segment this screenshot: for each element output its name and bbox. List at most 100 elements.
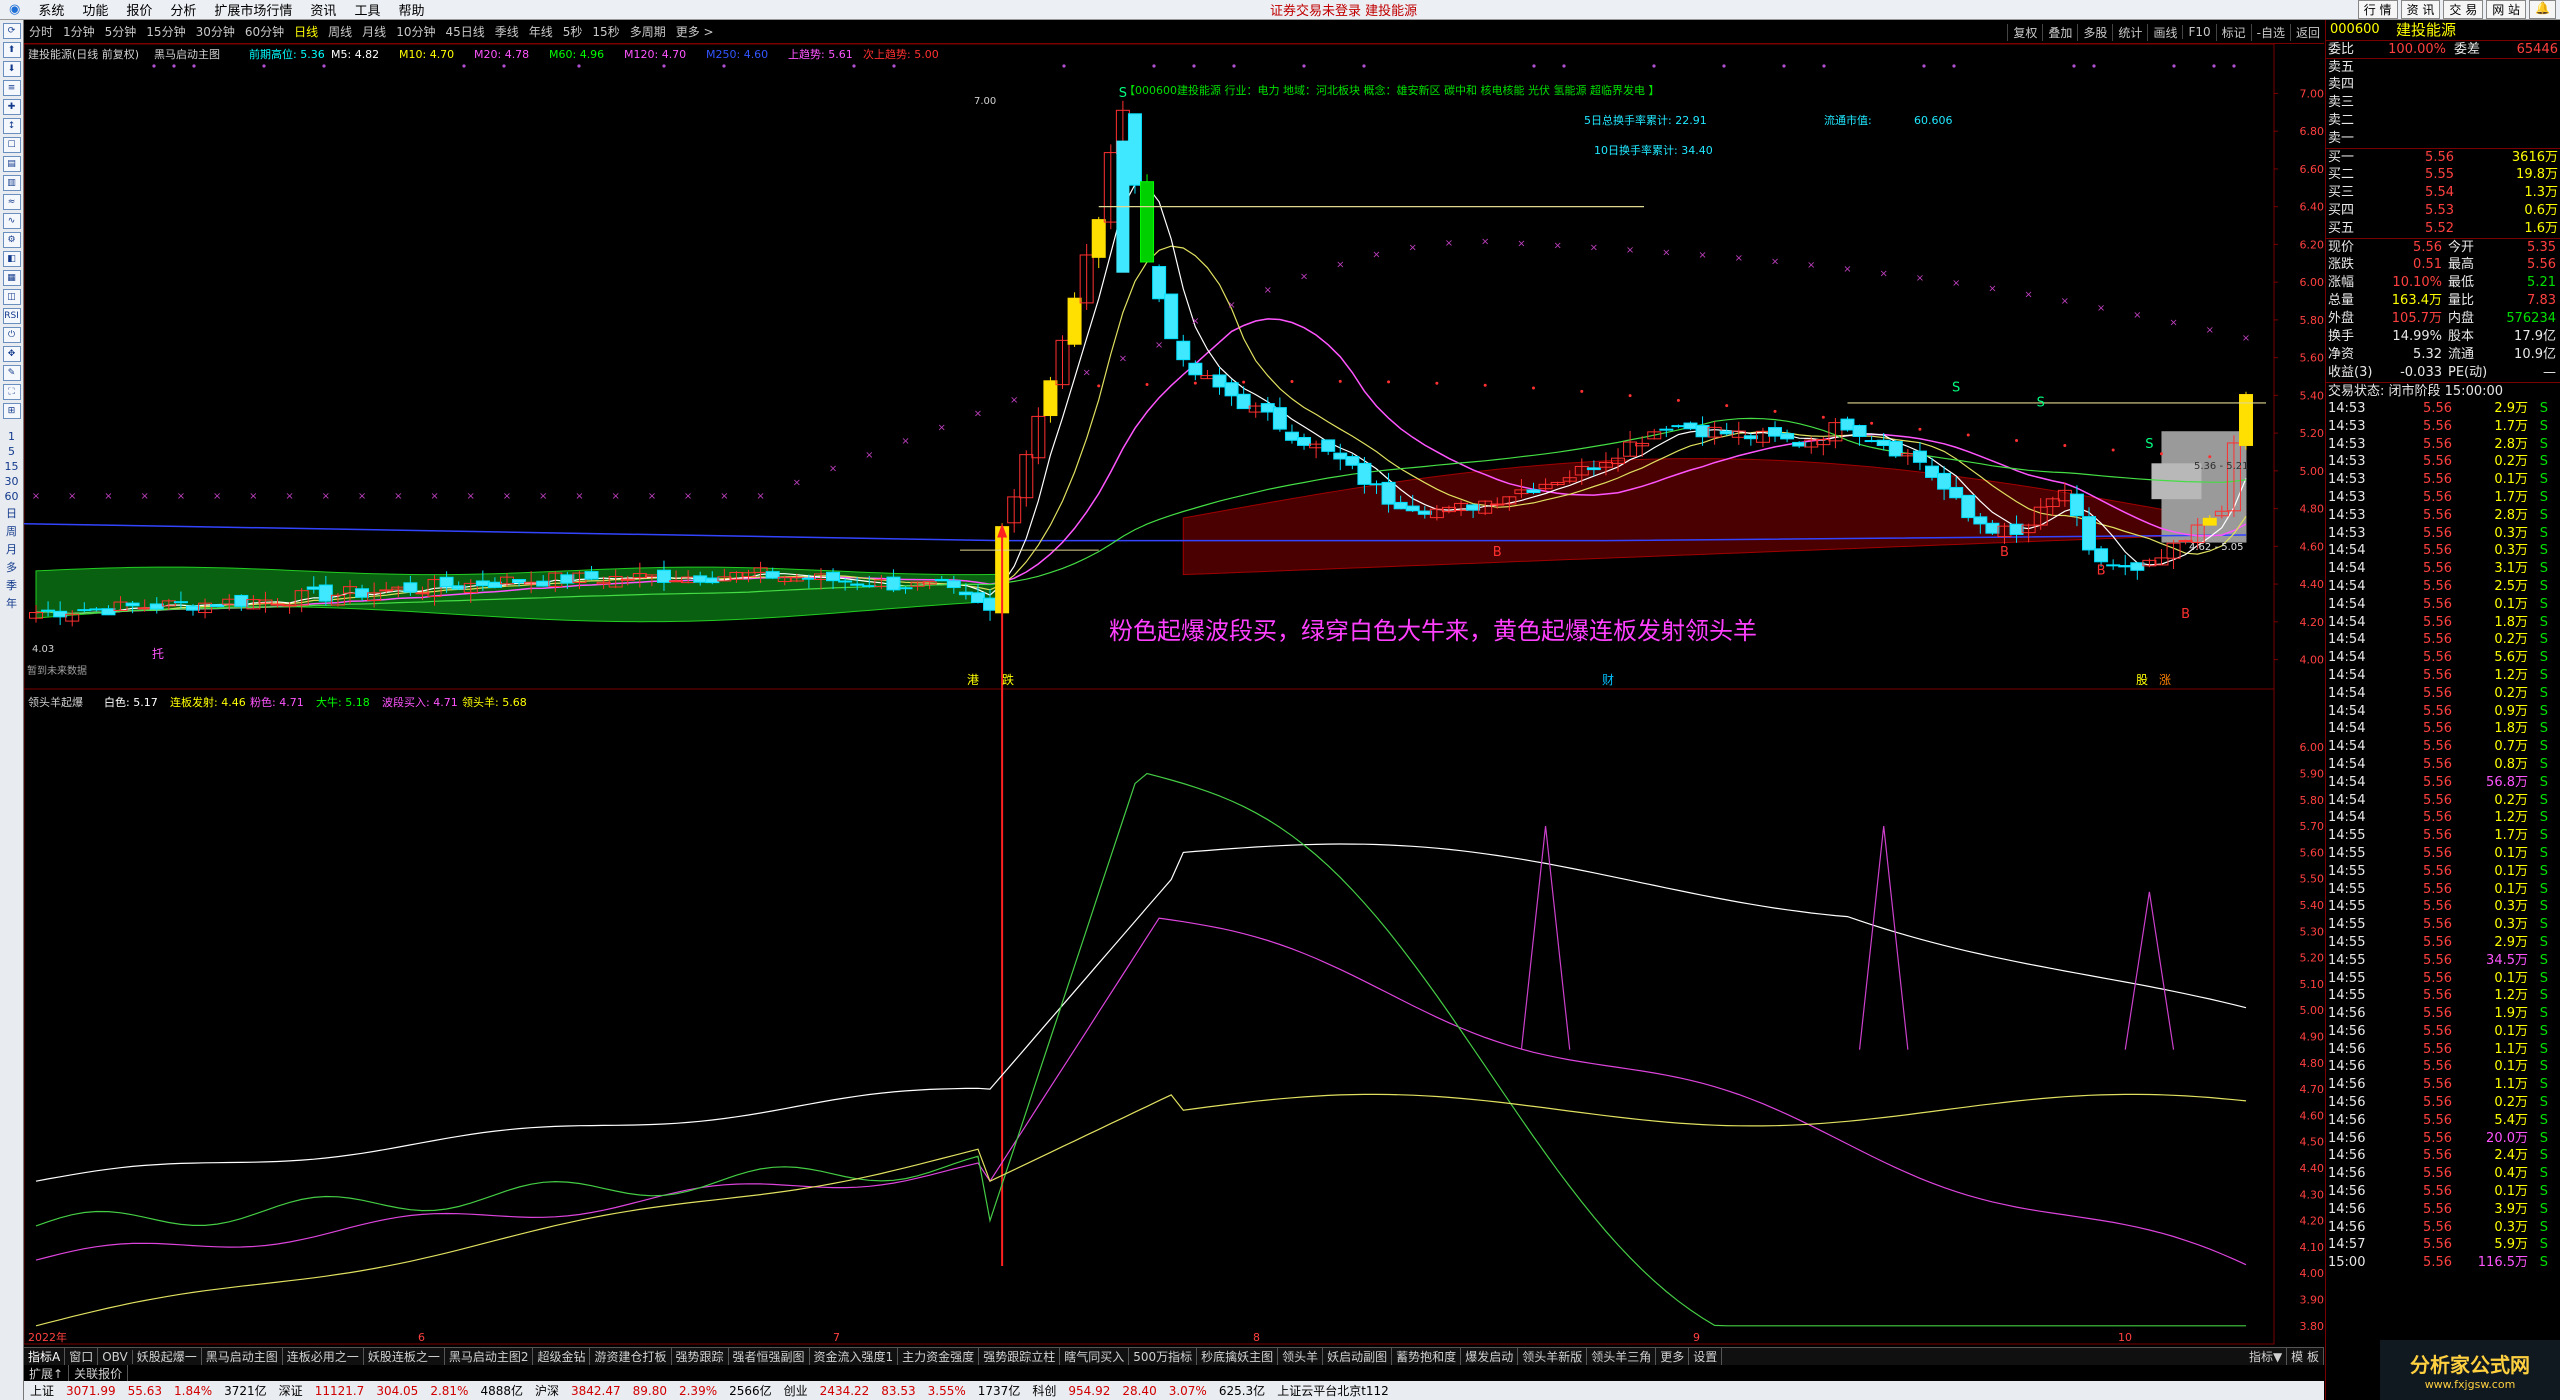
period-shortcut[interactable]: 周	[1, 523, 23, 539]
period-tab[interactable]: 分时	[24, 23, 58, 40]
indicator-tab[interactable]: 爆发启动	[1461, 1348, 1519, 1365]
indicator-tab[interactable]: 黑马启动主图	[202, 1348, 283, 1365]
period-shortcut[interactable]: 30	[1, 475, 23, 488]
menu-item[interactable]: 分析	[161, 0, 205, 19]
tool-icon[interactable]: ◫	[2, 289, 21, 305]
chart-tool-button[interactable]: F10	[2182, 25, 2215, 39]
template-button[interactable]: 模 板	[2287, 1348, 2324, 1365]
chart-tool-button[interactable]: 标记	[2215, 23, 2251, 41]
indicator-tab[interactable]: 强者恒强副图	[729, 1348, 810, 1365]
tool-icon[interactable]: ≡	[2, 80, 21, 96]
bid-row[interactable]: 买五 5.52 1.6万	[2326, 220, 2560, 238]
period-tab[interactable]: 年线	[524, 23, 558, 40]
tool-icon[interactable]: ⬆	[2, 42, 21, 58]
period-tab[interactable]: 日线	[289, 23, 323, 40]
tool-icon[interactable]: ✥	[2, 346, 21, 362]
tool-icon[interactable]: ↕	[2, 118, 21, 134]
chart-tool-button[interactable]: 返回	[2289, 23, 2325, 41]
menu-item[interactable]: 系统	[29, 0, 73, 19]
period-tab[interactable]: 5秒	[558, 23, 588, 40]
menu-item[interactable]: 功能	[73, 0, 117, 19]
news-button[interactable]: 资 讯	[2400, 0, 2441, 19]
app-icon[interactable]: ◉	[0, 2, 29, 17]
sub-indicator-name[interactable]: 领头羊起爆	[28, 695, 83, 709]
indicator-tab[interactable]: 连板必用之一	[283, 1348, 364, 1365]
period-shortcut[interactable]: 1	[1, 430, 23, 443]
trade-button[interactable]: 交 易	[2443, 0, 2484, 19]
period-shortcut[interactable]: 15	[1, 460, 23, 473]
period-shortcut[interactable]: 5	[1, 445, 23, 458]
period-shortcut[interactable]: 多	[1, 559, 23, 575]
indicator-tab[interactable]: 秒底擒妖主图	[1197, 1348, 1279, 1365]
event-tag[interactable]: 港	[967, 673, 979, 687]
menu-item[interactable]: 工具	[345, 0, 389, 19]
indicator-tab[interactable]: 主力资金强度	[898, 1348, 980, 1365]
indicator-tab[interactable]: 黑马启动主图2	[445, 1348, 534, 1365]
bid-row[interactable]: 买四 5.53 0.6万	[2326, 202, 2560, 220]
event-tag[interactable]: 涨	[2159, 672, 2171, 687]
indicator-tab[interactable]: 超级金钻	[533, 1348, 591, 1365]
indicator-tab[interactable]: 领头羊三角	[1587, 1348, 1657, 1365]
tool-icon[interactable]: ☐	[2, 137, 21, 153]
website-button[interactable]: 网 站	[2486, 0, 2527, 19]
bid-row[interactable]: 买二 5.55 19.8万	[2326, 166, 2560, 184]
period-tab[interactable]: 10分钟	[391, 23, 440, 40]
bid-row[interactable]: 买一 5.56 3616万	[2326, 148, 2560, 166]
indicator-tab[interactable]: 窗口	[65, 1348, 99, 1365]
tool-icon[interactable]: ✎	[2, 365, 21, 381]
indicator-tab[interactable]: 更多	[1656, 1348, 1690, 1365]
indicator-tab[interactable]: 瞎气同买入	[1060, 1348, 1130, 1365]
chart-tool-button[interactable]: 多股	[2077, 23, 2112, 41]
alarm-icon[interactable]: 🔔	[2529, 0, 2556, 19]
indicator-tab[interactable]: 蓄势抱和度	[1392, 1348, 1462, 1365]
tool-icon[interactable]: ◧	[2, 251, 21, 267]
period-tab[interactable]: 1分钟	[58, 23, 100, 40]
kline-chart[interactable]: 7.00 6.80 6.60 6.40 6.20 6.00 5.80 5.60 5.40 5.20…	[24, 44, 2324, 1349]
ask-row[interactable]: 卖五	[2326, 58, 2560, 76]
period-tab[interactable]: 季线	[490, 23, 524, 40]
event-tag[interactable]: 财	[1602, 673, 1614, 687]
period-tab[interactable]: 周线	[323, 23, 357, 40]
indicator-tab[interactable]: 游资建仓打板	[590, 1348, 672, 1365]
indicator-tab[interactable]: 500万指标	[1129, 1348, 1198, 1365]
menu-item[interactable]: 资讯	[301, 0, 345, 19]
ask-row[interactable]: 卖三	[2326, 94, 2560, 112]
tool-icon[interactable]: RSI	[2, 308, 21, 324]
indicator-tab[interactable]: 妖启动副图	[1323, 1348, 1393, 1365]
indicator-tab[interactable]: 强势跟踪	[672, 1348, 729, 1365]
tool-icon[interactable]: ⏻	[2, 327, 21, 343]
indicator-tab[interactable]: 强势跟踪立柱	[979, 1348, 1061, 1365]
period-shortcut[interactable]: 季	[1, 577, 23, 593]
period-tab[interactable]: 5分钟	[100, 23, 142, 40]
period-tab[interactable]: 更多 >	[671, 23, 719, 40]
period-tab[interactable]: 45日线	[440, 23, 489, 40]
period-tab[interactable]: 月线	[357, 23, 391, 40]
tool-icon[interactable]: ⊞	[2, 403, 21, 419]
period-shortcut[interactable]: 60	[1, 490, 23, 503]
indicator-tab[interactable]: 指标A	[24, 1348, 66, 1365]
ask-row[interactable]: 卖四	[2326, 76, 2560, 94]
period-tab[interactable]: 60分钟	[240, 23, 289, 40]
indicator-tab[interactable]: 资金流入强度1	[810, 1348, 899, 1365]
indicator-tab[interactable]: 妖股起爆一	[133, 1348, 202, 1365]
template-button[interactable]: 指标▼	[2245, 1348, 2288, 1365]
indicator-tab[interactable]: 领头羊	[1278, 1348, 1324, 1365]
tool-icon[interactable]: ⚙	[2, 232, 21, 248]
period-tab[interactable]: 15秒	[587, 23, 624, 40]
period-shortcut[interactable]: 月	[1, 541, 23, 557]
chart-tool-button[interactable]: 复权	[2007, 23, 2042, 41]
tool-icon[interactable]: ≈	[2, 194, 21, 210]
tool-icon[interactable]: ⬇	[2, 61, 21, 77]
main-indicator-name[interactable]: 黑马启动主图	[154, 48, 220, 61]
ask-row[interactable]: 卖一	[2326, 130, 2560, 148]
period-tab[interactable]: 15分钟	[141, 23, 190, 40]
event-tag[interactable]: 股	[2136, 673, 2148, 687]
menu-item[interactable]: 扩展市场行情	[205, 0, 301, 19]
chart-tool-button[interactable]: 叠加	[2042, 23, 2077, 41]
tool-icon[interactable]: ⟳	[2, 23, 21, 39]
chart-tool-button[interactable]: 画线	[2147, 23, 2182, 41]
period-shortcut[interactable]: 年	[1, 595, 23, 611]
chart-tool-button[interactable]: -自选	[2250, 23, 2290, 41]
tool-icon[interactable]: ▦	[2, 270, 21, 286]
period-tab[interactable]: 多周期	[625, 23, 671, 40]
